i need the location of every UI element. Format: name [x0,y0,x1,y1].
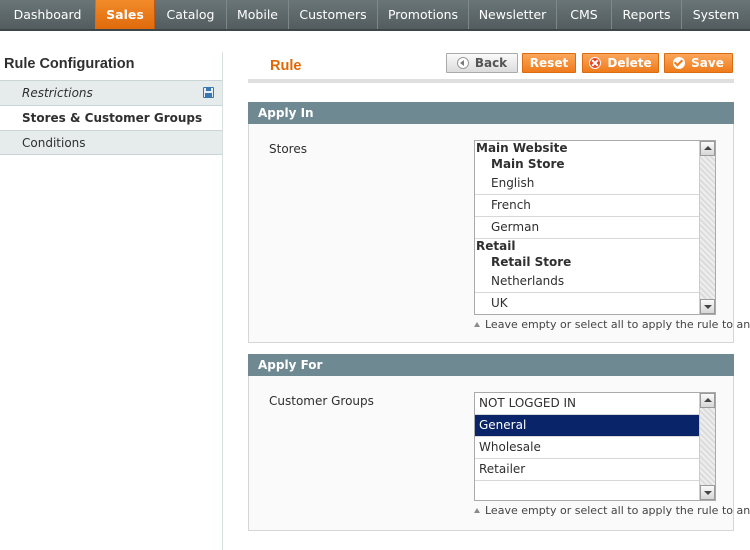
nav-newsletter[interactable]: Newsletter [469,0,557,29]
apply-in-heading: Apply In [248,102,734,124]
customer-group-option[interactable]: Retailer [475,459,699,481]
sidebar-tab-conditions[interactable]: Conditions [0,130,223,155]
stores-hint-text: Leave empty or select all to apply the r… [485,318,750,331]
store-group-retail: Retail [476,239,516,253]
scroll-up-arrow-icon[interactable] [700,141,715,156]
sidebar-title: Rule Configuration [4,56,135,72]
sidebar-tab-stores-customer-groups[interactable]: Stores & Customer Groups [0,105,223,130]
store-option-netherlands[interactable]: Netherlands [475,271,699,293]
top-navigation: Dashboard Sales Catalog Mobile Customers… [0,0,750,31]
customer-groups-hint: Leave empty or select all to apply the r… [474,504,750,517]
scroll-down-arrow-icon[interactable] [700,485,715,500]
nav-system[interactable]: System [682,0,750,29]
customer-groups-multiselect[interactable]: NOT LOGGED IN General Wholesale Retailer [474,392,716,501]
nav-dashboard[interactable]: Dashboard [0,0,96,29]
stores-options: Main Website Main Store English French G… [475,141,699,314]
sidebar-tab-label: Stores & Customer Groups [22,111,203,125]
sidebar-divider [222,52,223,550]
customer-groups-options: NOT LOGGED IN General Wholesale Retailer [475,393,699,500]
title-underline [248,79,734,83]
reset-button[interactable]: Reset [522,53,576,73]
store-option-english[interactable]: English [475,173,699,195]
store-option-german[interactable]: German [475,217,699,239]
store-group-retail-store: Retail Store [491,255,572,269]
back-arrow-icon [456,57,469,69]
nav-cms[interactable]: CMS [557,0,612,29]
customer-group-option[interactable]: NOT LOGGED IN [475,393,699,415]
customer-group-option[interactable]: Wholesale [475,437,699,459]
sidebar-tab-restrictions[interactable]: Restrictions [0,80,223,105]
customer-groups-label: Customer Groups [269,394,374,408]
floppy-disk-icon [203,87,214,98]
customer-groups-hint-text: Leave empty or select all to apply the r… [485,504,750,517]
store-option-french[interactable]: French [475,195,699,217]
checkmark-icon [673,57,686,69]
apply-for-heading: Apply For [248,354,734,376]
scroll-up-arrow-icon[interactable] [700,393,715,408]
customer-group-option-selected[interactable]: General [475,415,699,437]
nav-mobile[interactable]: Mobile [227,0,289,29]
store-group-main-store: Main Store [491,157,565,171]
delete-button[interactable]: Delete [582,53,659,73]
sidebar-tab-label: Conditions [22,136,86,150]
delete-x-icon [589,57,602,69]
save-button[interactable]: Save [664,53,733,73]
stores-scrollbar[interactable] [699,141,715,314]
scroll-down-arrow-icon[interactable] [700,299,715,314]
stores-label: Stores [269,142,307,156]
nav-catalog[interactable]: Catalog [155,0,227,29]
stores-hint: Leave empty or select all to apply the r… [474,318,750,331]
store-group-main-website: Main Website [476,141,568,155]
nav-reports[interactable]: Reports [612,0,682,29]
delete-button-label: Delete [607,56,652,70]
save-button-label: Save [691,56,724,70]
stores-multiselect[interactable]: Main Website Main Store English French G… [474,140,716,315]
store-option-uk[interactable]: UK [475,293,699,314]
nav-customers[interactable]: Customers [289,0,378,29]
nav-promotions[interactable]: Promotions [378,0,469,29]
back-button-label: Back [474,56,508,70]
reset-button-label: Reset [529,56,569,70]
page-title: Rule [270,58,302,74]
nav-sales[interactable]: Sales [96,0,155,29]
hint-triangle-icon [474,508,480,513]
hint-triangle-icon [474,322,480,327]
sidebar: Rule Configuration Restrictions Stores &… [0,52,223,155]
sidebar-tab-label: Restrictions [22,86,93,100]
back-button[interactable]: Back [446,53,518,73]
customer-groups-scrollbar[interactable] [699,393,715,500]
